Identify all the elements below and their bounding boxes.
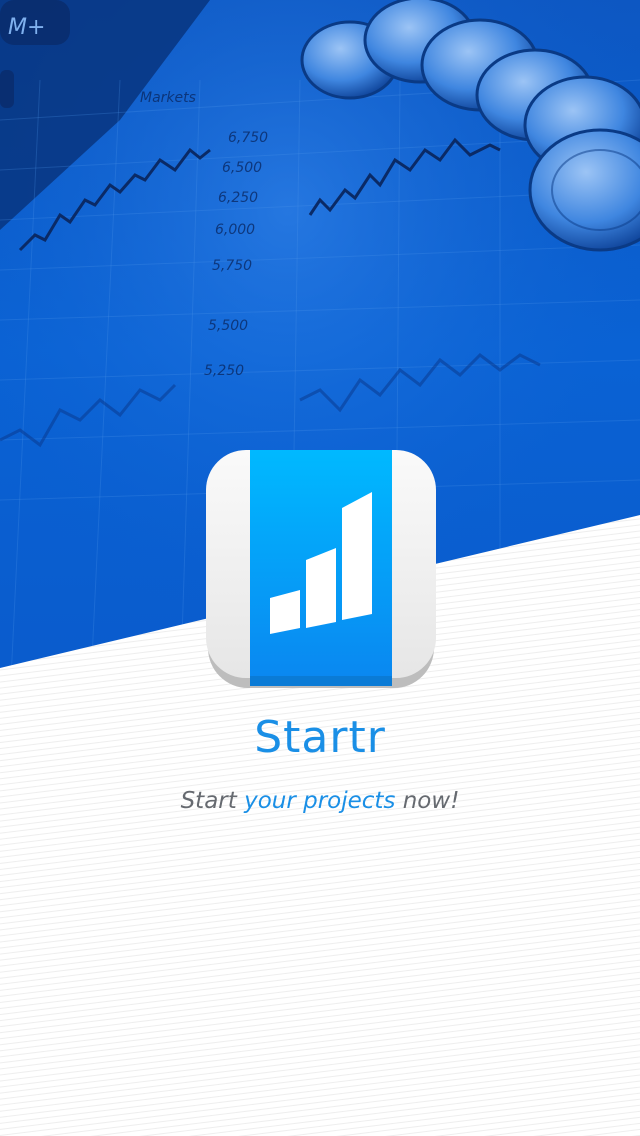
tagline-part-highlight: your projects	[244, 788, 396, 814]
bar-chart-book-icon	[206, 450, 436, 690]
tagline-part-end: now!	[395, 788, 460, 814]
app-title: Startr	[254, 712, 386, 763]
tagline: Start your projects now!	[0, 788, 640, 814]
tagline-part-start: Start	[180, 788, 245, 814]
